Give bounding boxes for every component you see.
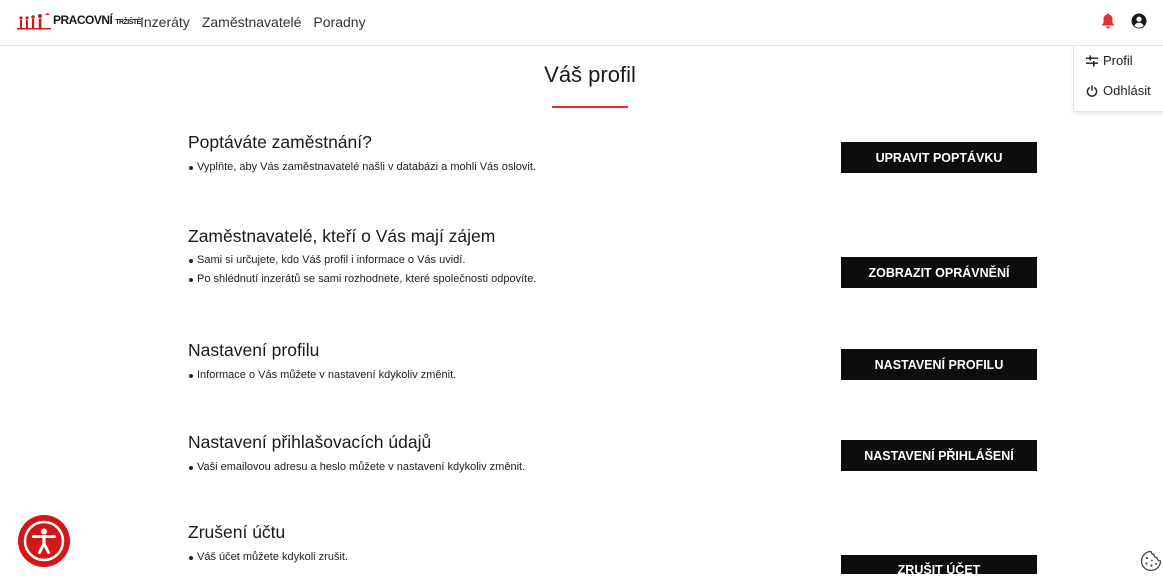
show-permissions-button[interactable]: ZOBRAZIT OPRÁVNĚNÍ bbox=[841, 257, 1037, 288]
nav-item-zamestnavatele[interactable]: Zaměstnavatelé bbox=[202, 14, 302, 30]
cancel-account-button[interactable]: ZRUŠIT ÚČET bbox=[841, 555, 1037, 577]
bell-icon[interactable] bbox=[1101, 13, 1115, 29]
user-circle-icon[interactable] bbox=[1131, 13, 1147, 29]
login-settings-button[interactable]: NASTAVENÍ PŘIHLÁŠENÍ bbox=[841, 440, 1037, 471]
logo-text: PRACOVNÍ TRŽIŠTĚ bbox=[53, 13, 141, 27]
edit-demand-button[interactable]: UPRAVIT POPTÁVKU bbox=[841, 142, 1037, 173]
nav-item-poradny[interactable]: Poradny bbox=[313, 14, 365, 30]
main-nav: Inzeráty Zaměstnavatelé Poradny bbox=[140, 14, 366, 30]
cookie-icon[interactable] bbox=[1140, 550, 1162, 572]
top-navbar: PRACOVNÍ TRŽIŠTĚ Inzeráty Zaměstnavatelé… bbox=[0, 0, 1163, 46]
section-heading: Zrušení účtu bbox=[188, 522, 286, 542]
site-logo[interactable]: PRACOVNÍ TRŽIŠTĚ bbox=[17, 13, 141, 31]
accessibility-icon bbox=[23, 520, 65, 562]
profile-settings-button[interactable]: NASTAVENÍ PROFILU bbox=[841, 349, 1037, 380]
logo-people-icon bbox=[17, 13, 51, 30]
page-title: Váš profil bbox=[544, 62, 636, 87]
accessibility-button[interactable] bbox=[18, 515, 70, 567]
nav-item-inzeraty[interactable]: Inzeráty bbox=[140, 14, 190, 30]
section-heading: Zaměstnavatelé, kteří o Vás mají zájem bbox=[188, 226, 496, 246]
title-underline bbox=[552, 106, 628, 108]
